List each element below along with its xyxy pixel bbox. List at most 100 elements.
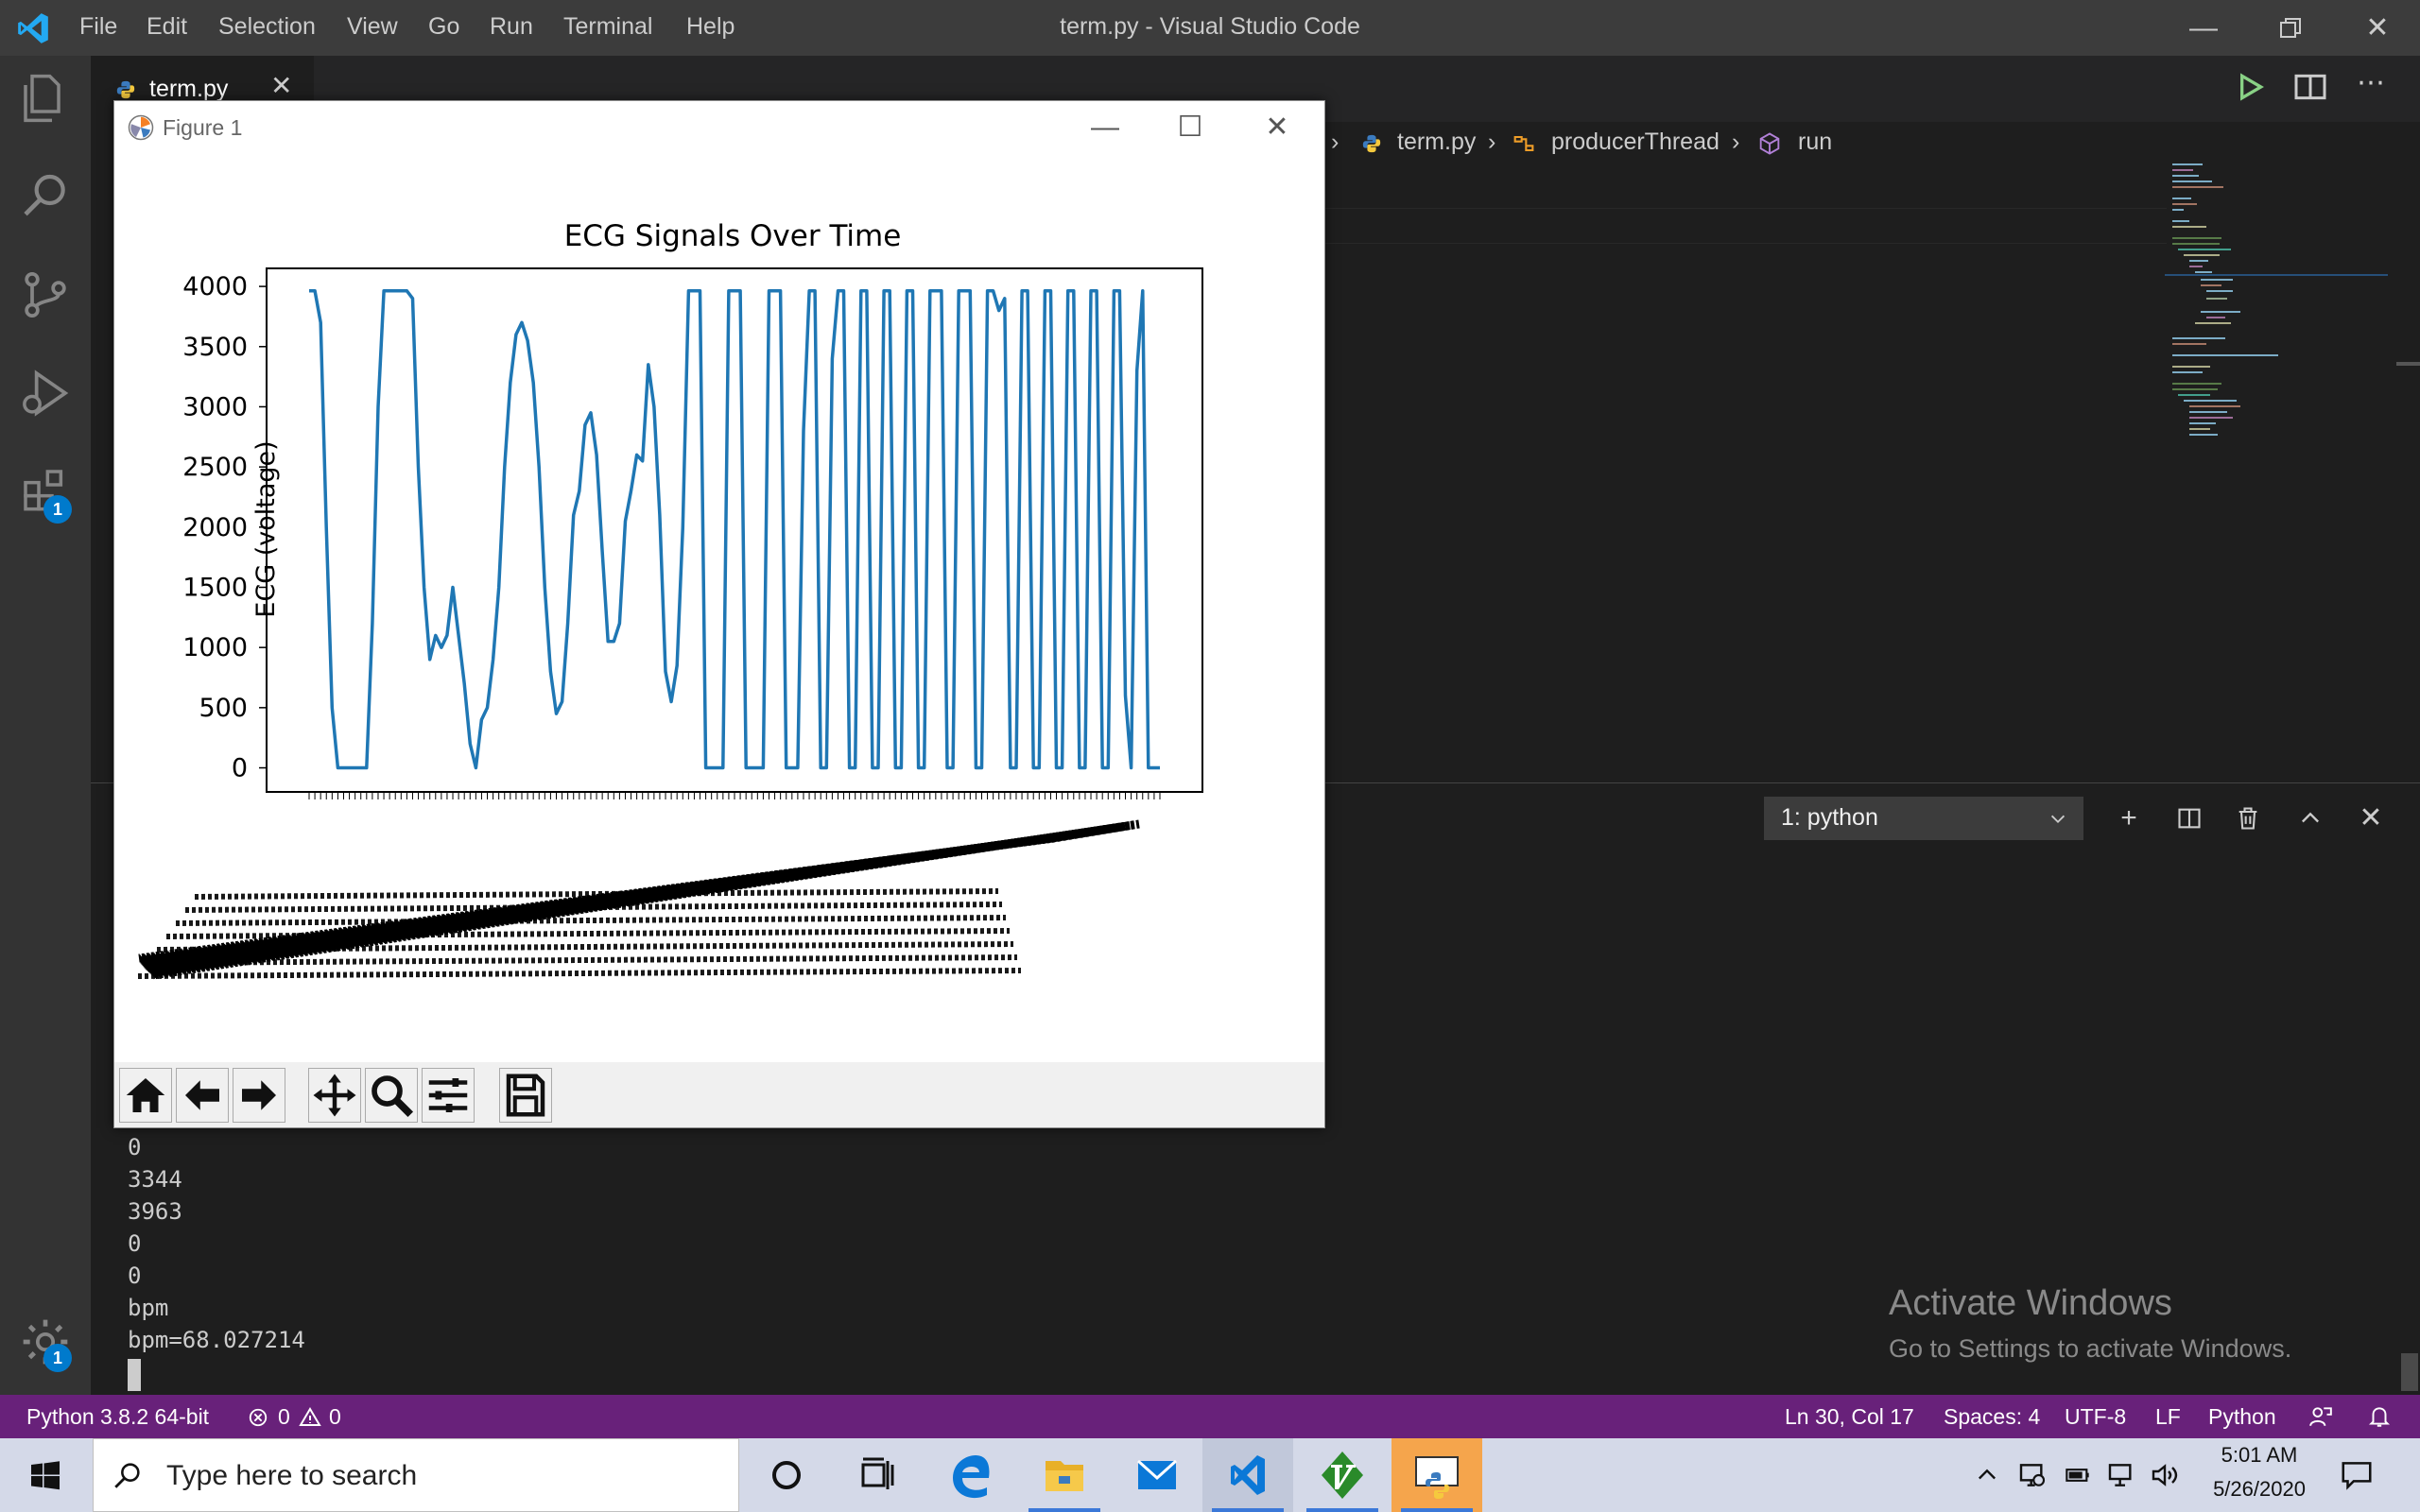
figure-minimize-icon[interactable]: —	[1081, 107, 1129, 148]
volume-icon[interactable]	[2150, 1460, 2180, 1490]
terminal-line: bpm	[128, 1295, 169, 1321]
chevron-up-icon[interactable]	[1974, 1462, 2000, 1488]
pan-icon	[313, 1074, 356, 1117]
clock-date[interactable]: 5/26/2020	[2198, 1477, 2321, 1502]
taskbar-python[interactable]	[1392, 1438, 1482, 1512]
taskbar-vim[interactable]	[1297, 1438, 1388, 1512]
configure-button[interactable]	[422, 1068, 475, 1123]
warning-icon[interactable]	[299, 1406, 321, 1429]
home-button[interactable]	[119, 1068, 172, 1123]
source-control-icon[interactable]	[19, 268, 72, 321]
terminal-line: 0	[128, 1263, 142, 1289]
vim-icon	[1322, 1452, 1363, 1499]
save-button[interactable]	[499, 1068, 552, 1123]
running-indicator	[1401, 1508, 1473, 1512]
maximize-panel-icon[interactable]	[2291, 799, 2329, 837]
taskbar-vscode[interactable]	[1202, 1438, 1293, 1512]
file-explorer-icon	[1046, 1461, 1083, 1491]
pan-button[interactable]	[308, 1068, 361, 1123]
taskbar-search-placeholder: Type here to search	[166, 1460, 418, 1491]
status-language[interactable]: Python	[2208, 1404, 2276, 1430]
clock-time[interactable]: 5:01 AM	[2212, 1443, 2307, 1468]
status-indentation[interactable]: Spaces: 4	[1944, 1404, 2040, 1430]
error-icon[interactable]	[248, 1407, 268, 1428]
y-tick-label: 2000	[182, 513, 248, 542]
y-tick-label: 1000	[182, 633, 248, 662]
zoom-button[interactable]	[365, 1068, 418, 1123]
network-icon[interactable]	[2106, 1460, 2136, 1490]
breadcrumb-method[interactable]: run	[1798, 129, 1832, 156]
explorer-icon[interactable]	[19, 72, 72, 125]
minimap[interactable]	[2165, 161, 2392, 444]
new-terminal-icon[interactable]: +	[2110, 799, 2148, 837]
y-tick-label: 1500	[182, 573, 248, 602]
status-warnings[interactable]: 0	[329, 1404, 341, 1430]
breadcrumb-separator: ›	[1331, 129, 1340, 155]
status-eol[interactable]: LF	[2155, 1404, 2181, 1430]
window-title: term.py - Visual Studio Code	[1060, 13, 1360, 40]
terminal-line: 3344	[128, 1166, 182, 1193]
search-icon	[114, 1463, 140, 1488]
battery-icon[interactable]	[2063, 1462, 2093, 1488]
forward-button[interactable]	[233, 1068, 285, 1123]
status-cursor-position[interactable]: Ln 30, Col 17	[1785, 1404, 1914, 1430]
breadcrumb-separator: ›	[1488, 129, 1496, 155]
kill-terminal-icon[interactable]	[2229, 799, 2267, 837]
series-line	[309, 289, 1160, 770]
extensions-badge: 1	[43, 495, 72, 524]
task-view-icon	[861, 1457, 894, 1489]
terminal-line: 0	[128, 1134, 142, 1160]
status-encoding[interactable]: UTF-8	[2065, 1404, 2126, 1430]
tab-label: term.py	[149, 76, 229, 102]
y-tick-label: 0	[232, 754, 248, 783]
taskbar-cortana[interactable]	[741, 1438, 832, 1512]
cortana-icon	[772, 1461, 801, 1489]
taskbar-file-explorer[interactable]	[1019, 1438, 1110, 1512]
action-center-icon[interactable]	[2339, 1457, 2375, 1493]
save-icon	[506, 1074, 545, 1117]
terminal-scrollbar[interactable]	[2401, 1353, 2418, 1391]
feedback-icon[interactable]	[2308, 1404, 2333, 1429]
back-button[interactable]	[176, 1068, 229, 1123]
figure-maximize-icon[interactable]: ☐	[1167, 107, 1214, 148]
editor-scrollbar[interactable]	[2396, 362, 2420, 366]
split-editor-icon[interactable]	[2291, 66, 2329, 108]
more-actions-icon[interactable]: ⋯	[2352, 66, 2390, 108]
current-line-highlight	[1325, 208, 2167, 244]
activate-windows-subtitle: Go to Settings to activate Windows.	[1889, 1334, 2292, 1363]
run-python-file-icon[interactable]	[2231, 66, 2269, 108]
minimize-icon[interactable]: —	[2180, 8, 2227, 49]
python-file-icon	[116, 80, 135, 99]
taskbar-mail[interactable]	[1112, 1438, 1202, 1512]
device-sync-icon[interactable]	[2017, 1460, 2048, 1490]
status-errors[interactable]: 0	[278, 1404, 290, 1430]
mail-icon	[1136, 1459, 1178, 1489]
windows-start-icon[interactable]	[28, 1459, 62, 1493]
tab-close-icon[interactable]: ✕	[270, 70, 292, 101]
search-icon[interactable]	[19, 170, 72, 223]
close-icon[interactable]: ✕	[2354, 8, 2401, 49]
running-indicator	[1306, 1508, 1378, 1512]
run-debug-icon[interactable]	[19, 367, 72, 420]
figure-close-icon[interactable]: ✕	[1253, 107, 1301, 148]
breadcrumb-file[interactable]: term.py	[1397, 129, 1476, 156]
figure-toolbar	[114, 1062, 1324, 1127]
status-interpreter[interactable]: Python 3.8.2 64-bit	[26, 1404, 209, 1430]
y-tick-label: 500	[199, 694, 248, 723]
vscode-icon	[1231, 1455, 1265, 1495]
notifications-bell-icon[interactable]	[2367, 1404, 2392, 1429]
status-bar	[0, 1395, 2420, 1438]
taskbar-task-view[interactable]	[832, 1438, 923, 1512]
breadcrumb-class[interactable]: producerThread	[1551, 129, 1720, 156]
method-symbol-icon	[1759, 132, 1780, 155]
close-panel-icon[interactable]: ✕	[2352, 799, 2390, 837]
restore-icon[interactable]	[2267, 8, 2314, 49]
running-indicator	[1028, 1508, 1100, 1512]
back-icon	[185, 1080, 219, 1110]
chart-title: ECG Signals Over Time	[564, 219, 902, 253]
forward-icon	[242, 1080, 276, 1110]
ecg-line-chart[interactable]: ECG Signals Over Time ECG (voltage) 0500…	[113, 151, 1325, 1058]
taskbar-edge[interactable]	[926, 1438, 1017, 1512]
series-ecg	[309, 289, 1160, 770]
split-terminal-icon[interactable]	[2170, 799, 2208, 837]
